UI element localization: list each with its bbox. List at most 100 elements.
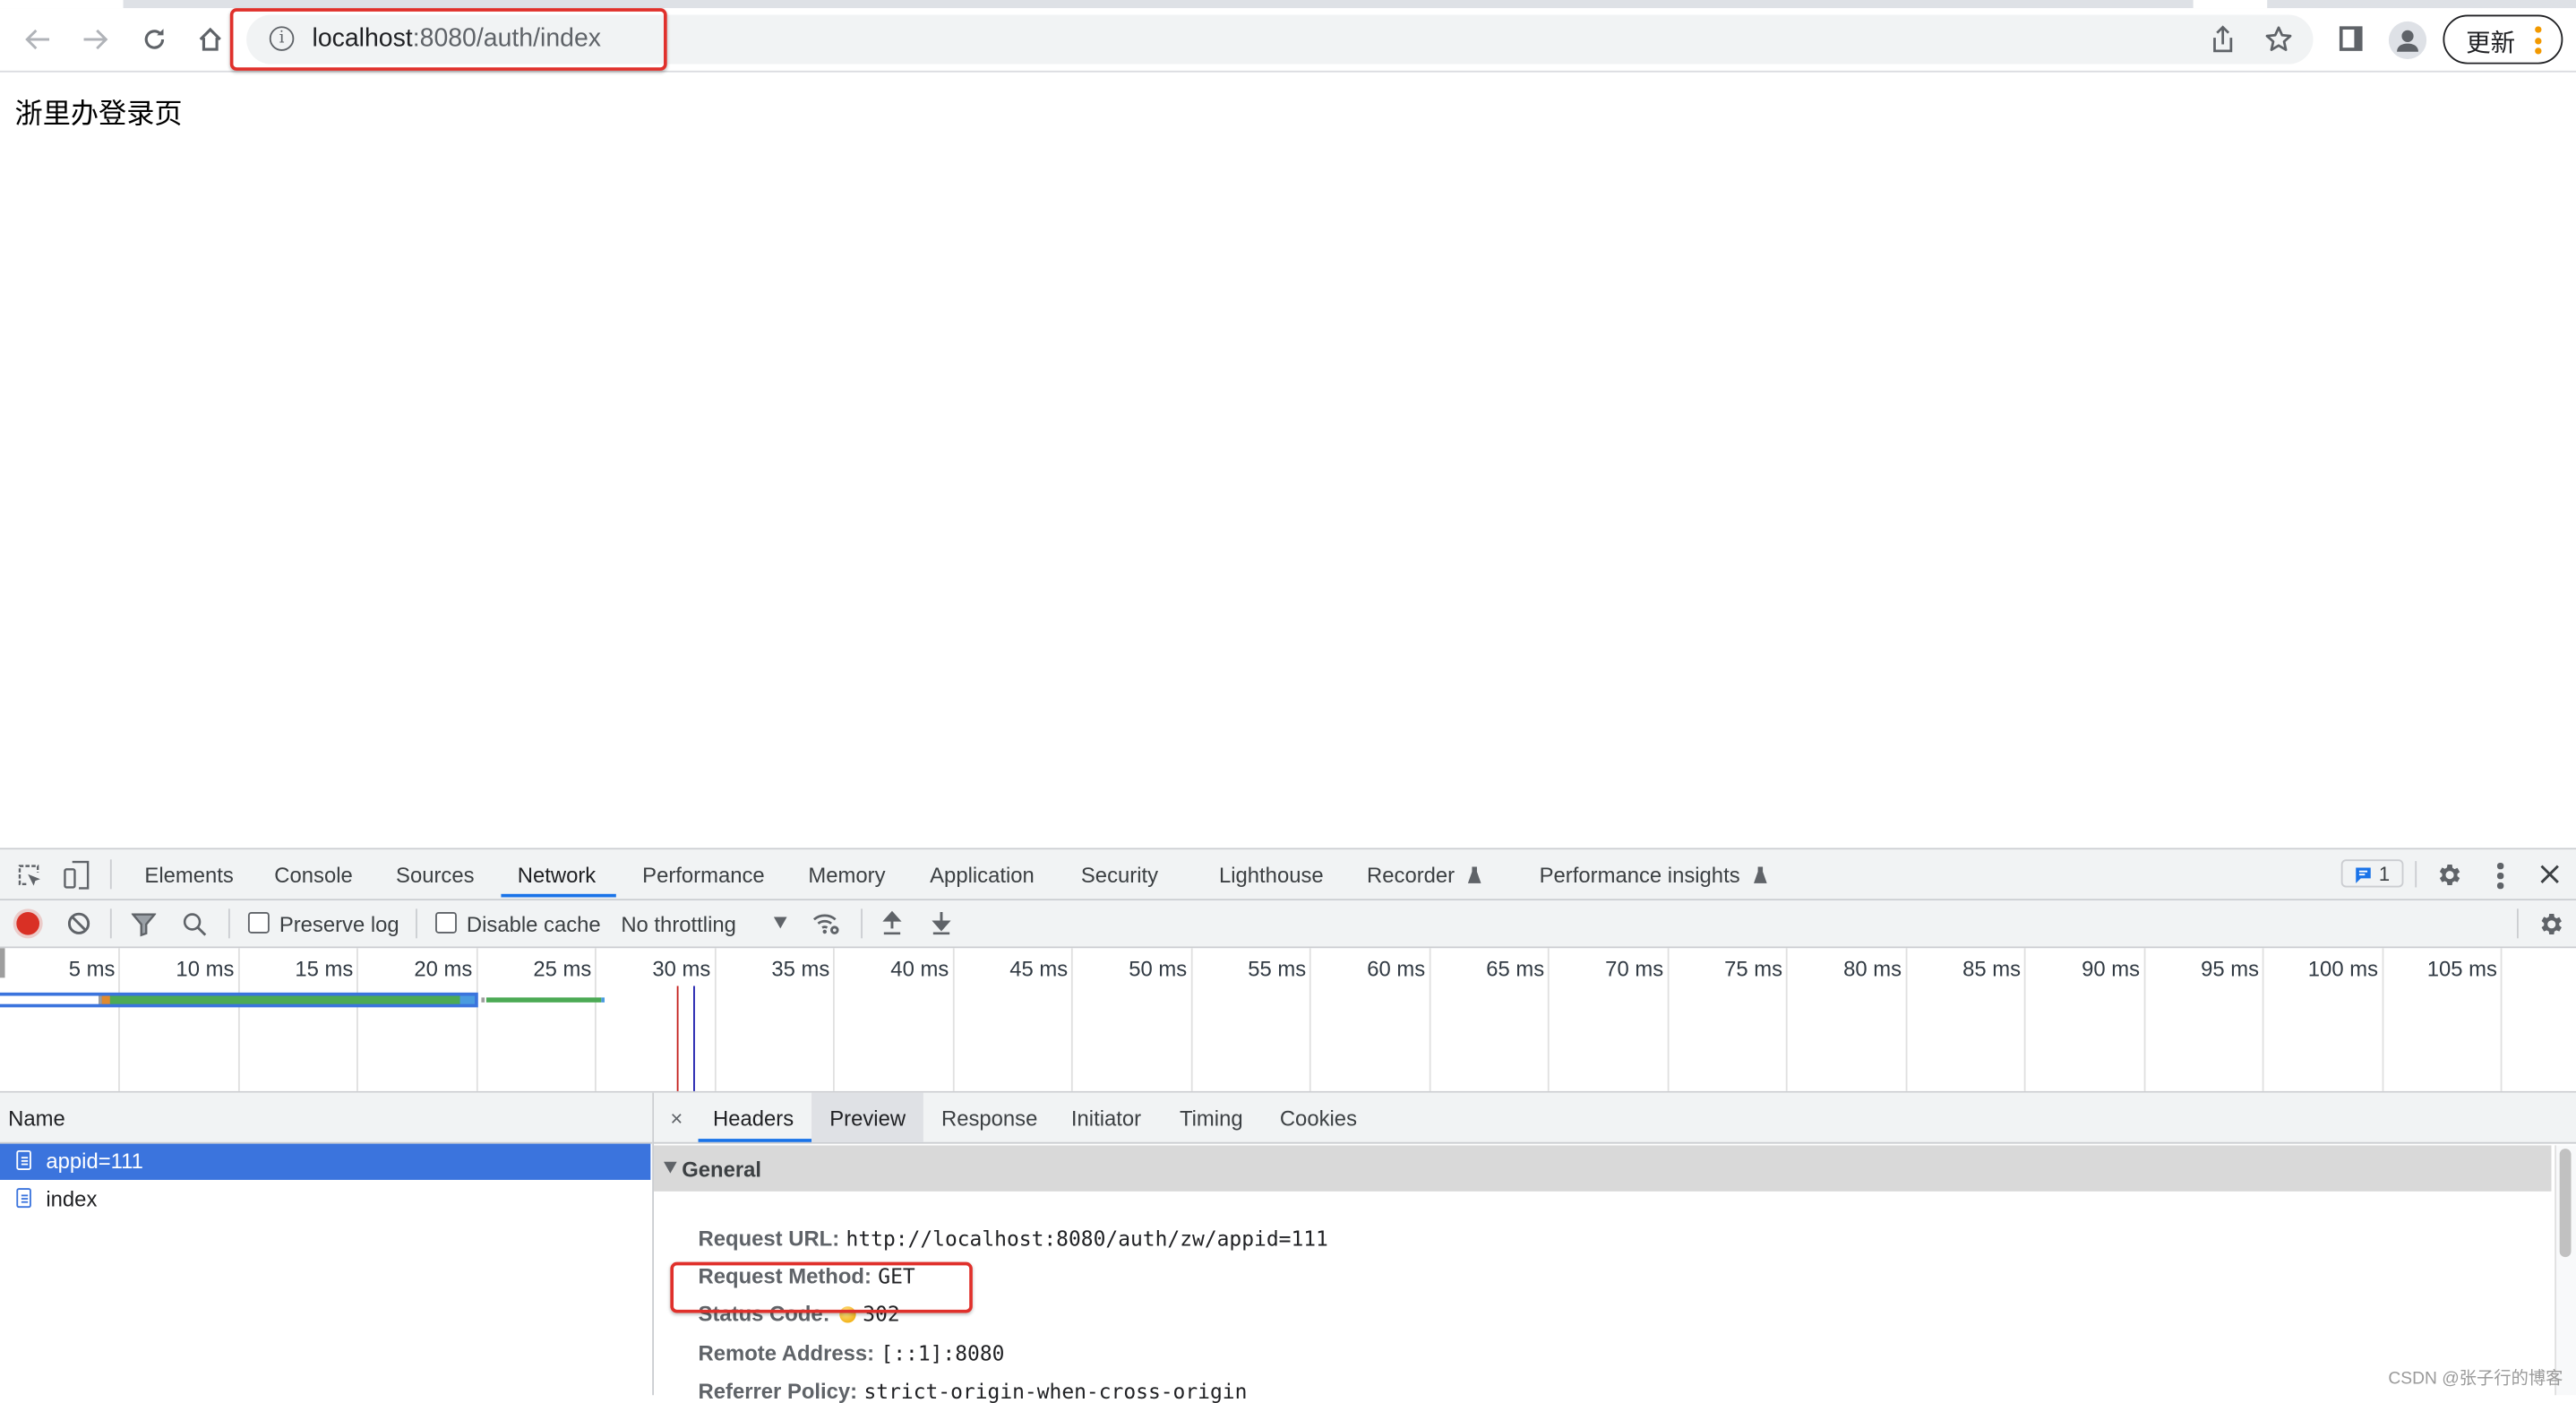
scrollbar-thumb[interactable] [2559, 1149, 2572, 1258]
devtools-tab-performance[interactable]: Performance [642, 863, 765, 888]
annotation-box-url [229, 8, 667, 71]
column-header-label: Name [8, 1106, 65, 1131]
divider [228, 908, 230, 939]
header-value[interactable]: strict-origin-when-cross-origin [863, 1379, 1247, 1403]
general-section-header[interactable]: General [654, 1145, 2552, 1192]
side-panel-icon [2342, 30, 2355, 48]
triangle-down-icon [664, 1161, 677, 1174]
timeline-tick-label: 15 ms [295, 956, 354, 982]
timeline-tick-label: 95 ms [2201, 956, 2260, 982]
gear-icon [2439, 865, 2460, 886]
devtools-close-button[interactable] [2538, 863, 2562, 886]
details-tab-initiator[interactable]: Initiator [1071, 1093, 1162, 1142]
share-button[interactable] [2210, 25, 2236, 55]
more-vert-icon [2496, 862, 2503, 889]
arrow-left-icon [25, 29, 50, 50]
details-tab-preview[interactable]: Preview [811, 1092, 923, 1142]
details-tab-cookies[interactable]: Cookies [1280, 1093, 1370, 1142]
timeline-gridline [1904, 948, 1907, 1091]
devtools-tab-application[interactable]: Application [930, 863, 1035, 888]
performance-insights-label: Performance insights [1539, 862, 1740, 888]
overview-window-handle[interactable] [0, 948, 5, 978]
experiment-flask-icon [1468, 866, 1481, 883]
timeline-tick-label: 10 ms [176, 956, 235, 982]
profile-avatar[interactable] [2388, 21, 2427, 60]
details-scrollbar[interactable] [2555, 1145, 2576, 1396]
details-tab-timing[interactable]: Timing [1180, 1093, 1262, 1142]
network-conditions-button[interactable] [811, 910, 841, 936]
reload-icon [144, 29, 165, 49]
preserve-log-checkbox[interactable] [247, 911, 270, 934]
devtools-settings-button[interactable] [2434, 861, 2462, 889]
devtools-tab-elements[interactable]: Elements [144, 863, 233, 888]
overview-bar-download [459, 995, 476, 1004]
throttling-select[interactable]: No throttling [621, 912, 787, 936]
column-header-name[interactable]: Name [0, 1092, 653, 1144]
header-value[interactable]: [::1]:8080 [880, 1341, 1004, 1366]
tab-strip [0, 0, 2576, 9]
update-button[interactable]: 更新 [2443, 14, 2563, 65]
overview-bar2-stalled [481, 997, 485, 1003]
timeline-gridline [2142, 948, 2145, 1091]
screen: i localhost:8080/auth/index 更新 浙里办登录页 El… [0, 0, 2576, 1403]
disable-cache-label[interactable]: Disable cache [467, 912, 601, 937]
network-settings-button[interactable] [2537, 910, 2564, 938]
download-icon [932, 911, 951, 935]
timeline-gridline [476, 948, 477, 1091]
devtools-tab-console[interactable]: Console [274, 863, 352, 888]
devtools-tab-memory[interactable]: Memory [808, 863, 885, 888]
home-button[interactable] [193, 23, 227, 56]
timeline-gridline [2262, 948, 2264, 1091]
search-button[interactable] [183, 912, 208, 937]
devtools-tab-network[interactable]: Network [518, 863, 596, 888]
search-icon [183, 913, 207, 936]
devtools-tab-lighthouse[interactable]: Lighthouse [1219, 863, 1324, 888]
annotation-box-status [670, 1261, 973, 1313]
export-har-button[interactable] [932, 910, 951, 935]
devtools-tab-security[interactable]: Security [1081, 863, 1158, 888]
network-overview-timeline[interactable]: 5 ms 10 ms 15 ms 20 ms 25 ms 30 ms 35 ms 40 ms 4… [0, 948, 2576, 1093]
timeline-tick-label: 80 ms [1843, 956, 1902, 982]
record-button[interactable] [16, 911, 40, 935]
side-panel-button[interactable] [2339, 26, 2363, 51]
details-tab-response[interactable]: Response [941, 1093, 1056, 1142]
domcontentloaded-marker [693, 986, 695, 1091]
document-icon [16, 1188, 31, 1209]
details-tab-headers[interactable]: Headers [698, 1093, 812, 1142]
reload-button[interactable] [138, 23, 171, 56]
timeline-gridline [118, 948, 120, 1091]
filter-button[interactable] [131, 912, 157, 937]
device-toolbar-button[interactable] [63, 859, 92, 891]
divider [2415, 861, 2417, 888]
request-list: Name appid=111 index [0, 1092, 655, 1396]
close-icon: × [670, 1106, 683, 1131]
close-details-button[interactable]: × [670, 1093, 693, 1142]
forward-button[interactable] [79, 23, 112, 56]
clear-button[interactable] [67, 912, 90, 935]
import-har-button[interactable] [882, 910, 902, 935]
timeline-tick-label: 75 ms [1724, 956, 1783, 982]
request-row[interactable]: appid=111 [0, 1143, 651, 1180]
request-details-panel: × Headers Preview Response Initiator Tim… [654, 1092, 2576, 1403]
timeline-tick-label: 85 ms [1962, 956, 2022, 982]
devtools-tab-recorder[interactable]: Recorder [1367, 863, 1482, 887]
devtools-more-button[interactable] [2496, 862, 2503, 889]
devtools-panel: Elements Console Sources Network Perform… [0, 848, 2576, 1403]
devtools-tab-performance-insights[interactable]: Performance insights [1539, 862, 1767, 888]
devtools-tab-sources[interactable]: Sources [396, 863, 474, 888]
header-value[interactable]: http://localhost:8080/auth/zw/appid=111 [846, 1226, 1328, 1251]
home-icon [199, 27, 221, 51]
arrow-right-icon [83, 29, 108, 50]
timeline-gridline [832, 948, 835, 1091]
experiment-flask-icon [1753, 866, 1767, 883]
timeline-gridline [1547, 948, 1550, 1091]
request-row[interactable]: index [0, 1182, 650, 1218]
back-button[interactable] [21, 23, 55, 56]
disable-cache-checkbox[interactable] [435, 911, 457, 934]
preserve-log-label[interactable]: Preserve log [279, 912, 399, 937]
bookmark-button[interactable] [2264, 25, 2294, 55]
issues-counter-button[interactable]: 1 [2340, 859, 2404, 888]
timeline-tick-label: 25 ms [533, 956, 592, 982]
inspect-element-button[interactable] [16, 863, 42, 889]
filter-funnel-icon [131, 913, 157, 937]
